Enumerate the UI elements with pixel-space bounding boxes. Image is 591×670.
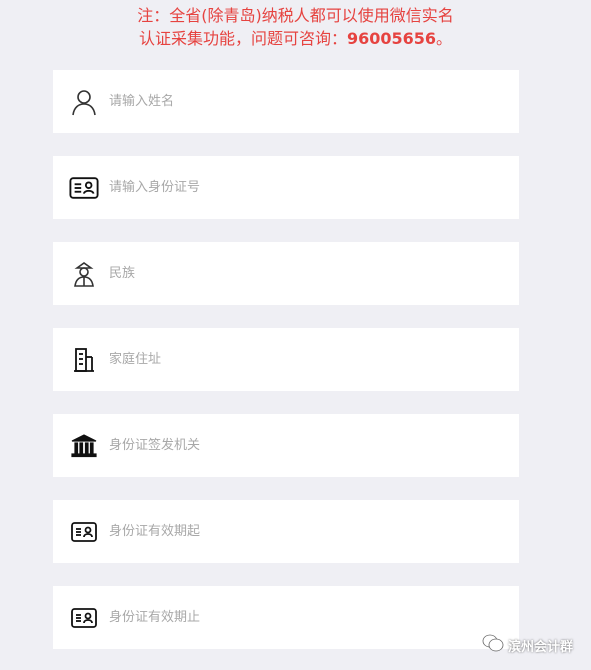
issuing-authority-input[interactable]: [109, 414, 499, 477]
notice-line-2: 认证采集功能，问题可咨询：96005656。: [0, 27, 591, 50]
issuing-authority-field[interactable]: [53, 414, 519, 477]
valid-to-field[interactable]: [53, 586, 519, 649]
notice-text: 注：全省(除青岛)纳税人都可以使用微信实名 认证采集功能，问题可咨询：96005…: [0, 4, 591, 50]
ethnicity-field[interactable]: [53, 242, 519, 305]
wechat-account-icon: [482, 634, 504, 656]
id-card-icon: [69, 173, 99, 203]
notice-line-2-text: 认证采集功能，问题可咨询：: [138, 29, 347, 48]
id-card-icon: [69, 603, 99, 633]
home-address-field[interactable]: [53, 328, 519, 391]
name-field[interactable]: [53, 70, 519, 133]
person-icon: [69, 87, 99, 117]
watermark-text: 滨州会计群: [507, 639, 573, 655]
government-building-icon: [69, 431, 99, 461]
name-input[interactable]: [109, 70, 499, 133]
hotline-number: 96005656: [346, 29, 437, 48]
valid-from-field[interactable]: [53, 500, 519, 563]
valid-from-input[interactable]: [109, 500, 499, 563]
home-address-input[interactable]: [109, 328, 499, 391]
notice-line-1: 注：全省(除青岛)纳税人都可以使用微信实名: [137, 6, 454, 25]
id-number-input[interactable]: [109, 156, 499, 219]
watermark: 滨州会计群: [482, 634, 573, 656]
id-number-field[interactable]: [53, 156, 519, 219]
ethnicity-input[interactable]: [109, 242, 499, 305]
valid-to-input[interactable]: [109, 586, 499, 649]
ethnic-person-icon: [69, 259, 99, 289]
building-icon: [69, 345, 99, 375]
notice-line-2-suffix: 。: [436, 29, 453, 48]
id-card-icon: [69, 517, 99, 547]
